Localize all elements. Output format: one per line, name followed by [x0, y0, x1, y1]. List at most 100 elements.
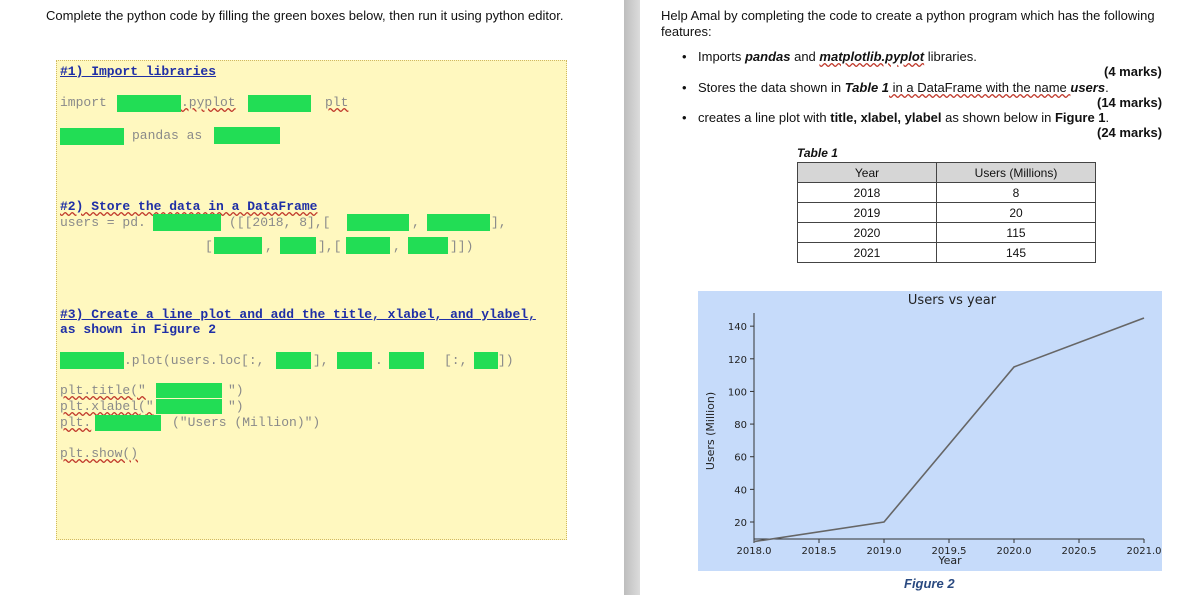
table-cell: 145 [936, 242, 1096, 263]
pandas-as-text: pandas as [132, 128, 203, 143]
table-row: 2018 8 [797, 182, 1096, 203]
fill-box-import-lib[interactable] [117, 95, 181, 112]
fill-box-year-2021[interactable] [346, 237, 390, 254]
fill-box-dataframe[interactable] [153, 214, 221, 231]
comma-3: , [393, 239, 401, 254]
y-tick-label: 100 [728, 387, 747, 398]
fill-box-iloc[interactable] [389, 352, 424, 369]
section2-comment-text: #2) Store the data in a DataFrame [60, 199, 318, 214]
bullet-3-mid: as shown below in [941, 110, 1055, 125]
bullet-1-mid: and [790, 49, 820, 64]
x-tick-label: 2018.0 [737, 546, 772, 557]
bullet-2-bold2: users [1070, 80, 1106, 95]
plt-alias: plt [325, 95, 349, 110]
series-line [753, 317, 1145, 543]
fill-box-users-2020[interactable] [280, 237, 316, 254]
bullet-dot-1: • [682, 49, 687, 64]
fill-box-year-2020[interactable] [214, 237, 262, 254]
table-caption: Table 1 [797, 146, 838, 160]
x-tick-label: 2021.0 [1127, 546, 1162, 557]
x-tick-label: 2020.0 [997, 546, 1032, 557]
bullet-3-pre: creates a line plot with [698, 110, 831, 125]
y-tick-label: 80 [734, 420, 747, 431]
table-cell: 2018 [797, 182, 937, 203]
fill-box-xlabel[interactable] [156, 399, 222, 414]
fill-box-loc-col[interactable] [276, 352, 311, 369]
fill-box-as[interactable] [248, 95, 311, 112]
bullet-dot-3: • [682, 110, 687, 125]
users-data-start: ([[2018, 8],[ [229, 215, 331, 230]
fill-box-pd-alias[interactable] [214, 127, 280, 144]
fill-box-ylabel[interactable] [95, 415, 161, 431]
fill-box-import-pandas[interactable] [60, 128, 124, 145]
bullet-1-post: libraries. [924, 49, 977, 64]
comma-1: , [412, 215, 420, 230]
fill-box-title[interactable] [156, 383, 222, 398]
bullet-2-post: . [1105, 80, 1109, 95]
section3-comment-text: #3) Create a line plot and add the title… [60, 307, 536, 322]
users-table: Year Users (Millions) 2018 8 2019 20 2020 1… [797, 162, 1096, 263]
section3-comment: #3) Create a line plot and add the title… [60, 307, 536, 322]
plot-call-mid: ], [313, 353, 329, 368]
plot-area: 20 40 60 80 100 120 140 2018.0 2018.5 2019.0 2019.… [728, 313, 1162, 557]
x-tick-label: 2019.5 [932, 546, 967, 557]
bullet-dot-2: • [682, 80, 687, 95]
chart-ylabel: Users (Million) [704, 392, 717, 470]
section1-comment-text: #1) Import libraries [60, 64, 217, 79]
figure-caption: Figure 2 [904, 576, 955, 591]
x-tick-label: 2020.5 [1062, 546, 1097, 557]
bracket-open-1: [ [205, 239, 213, 254]
section2-comment: #2) Store the data in a DataFrame [60, 199, 317, 214]
table-row: 2020 115 [797, 222, 1096, 243]
help-text: Help Amal by completing the code to crea… [661, 8, 1155, 39]
title-call: plt.title(" [60, 383, 146, 398]
section3-comment-line2: as shown in Figure 2 [60, 322, 217, 337]
x-tick-label: 2019.0 [867, 546, 902, 557]
bullet-2-bold1: Table 1 [844, 80, 890, 95]
marks-3: (24 marks) [1097, 125, 1163, 140]
dot-1: . [375, 353, 383, 368]
table-row: 2019 20 [797, 202, 1096, 223]
ylabel-arg: ("Users (Million)") [172, 415, 321, 430]
bullet-2-pre: Stores the data shown in [698, 80, 845, 95]
line-chart: Users vs year Year Users (Million) 20406… [704, 293, 1162, 567]
users-assign: users = pd. [60, 215, 146, 230]
marks-2: (14 marks) [1097, 95, 1163, 110]
fill-box-iloc-col[interactable] [474, 352, 498, 369]
plot-call-end: ]) [498, 353, 514, 368]
bullet-1-bold2: matplotlib.pyplot [819, 49, 925, 64]
y-tick-label: 40 [734, 485, 747, 496]
bracket-close-open: ],[ [318, 239, 342, 254]
fill-box-users-plot[interactable] [60, 352, 124, 369]
bullet-3: creates a line plot with title, xlabel, … [698, 110, 1109, 125]
fill-box-year-2019[interactable] [347, 214, 409, 231]
table-header-year: Year [797, 162, 937, 183]
marks-1: (4 marks) [1104, 64, 1162, 79]
y-tick-label: 20 [734, 518, 747, 529]
section1-comment: #1) Import libraries [60, 64, 216, 79]
y-tick-label: 120 [728, 355, 747, 366]
table-cell: 115 [936, 222, 1096, 243]
bullet-2: Stores the data shown in Table 1 in a Da… [698, 80, 1109, 95]
ylabel-prefix: plt. [60, 415, 92, 430]
y-tick-label: 60 [734, 453, 747, 464]
import-keyword: import [60, 95, 107, 110]
chart-title: Users vs year [908, 293, 997, 308]
fill-box-users-2[interactable] [337, 352, 372, 369]
show-call: plt.show() [60, 446, 139, 461]
bullet-1-bold1: pandas [744, 49, 791, 64]
table-row: 2021 145 [797, 242, 1096, 263]
plot-call: .plot(users.loc[:, [124, 353, 265, 368]
xlabel-call: plt.xlabel(" [60, 399, 154, 414]
instruction-text: Complete the python code by filling the … [46, 8, 564, 23]
users-data-row2-end: ]]) [450, 239, 474, 254]
table-header-row: Year Users (Millions) [797, 162, 1096, 183]
users-data-row1-end: ], [491, 215, 507, 230]
xlabel-close: ") [228, 399, 244, 414]
bullet-3-bold2: Figure 1 [1054, 110, 1106, 125]
table-cell: 20 [936, 202, 1096, 223]
table-cell: 8 [936, 182, 1096, 203]
fill-box-users-2021[interactable] [408, 237, 448, 254]
fill-box-users-2019[interactable] [427, 214, 490, 231]
table-cell: 2020 [797, 222, 937, 243]
